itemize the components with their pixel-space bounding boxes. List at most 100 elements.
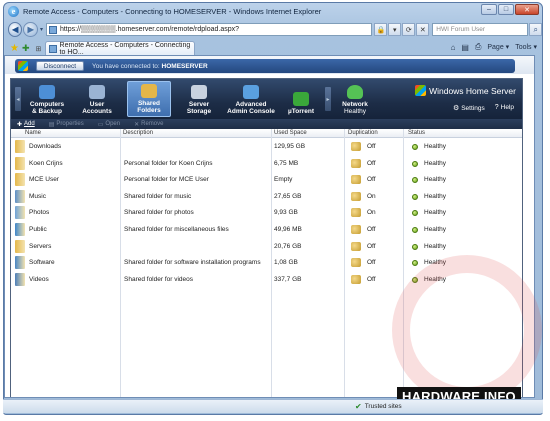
address-icons: 🔒 ▾ ⟳ ✕ bbox=[374, 23, 430, 36]
compatibility-icon[interactable]: ▾ bbox=[388, 23, 402, 36]
folder-name: Software bbox=[29, 259, 55, 267]
page-icon bbox=[48, 25, 57, 34]
folder-name: Music bbox=[29, 192, 46, 200]
duplication-icon bbox=[351, 258, 361, 268]
tab-utorrent[interactable]: µTorrent bbox=[281, 81, 321, 117]
favorites-star-icon[interactable]: ★ bbox=[10, 43, 19, 54]
nav-label: Folders bbox=[137, 107, 161, 114]
add-icon: ✚ bbox=[17, 121, 23, 128]
tab-network-status[interactable]: Network Healthy bbox=[335, 81, 375, 117]
help-icon: ? bbox=[494, 104, 499, 111]
table-row[interactable]: Public Shared folder for miscellaneous fi… bbox=[11, 222, 522, 238]
folder-description: Shared folder for music bbox=[124, 192, 192, 200]
col-name[interactable]: Name bbox=[25, 130, 41, 136]
ie-logo-icon: e bbox=[8, 5, 19, 17]
home-icon[interactable]: ⌂ bbox=[451, 43, 456, 52]
folder-description: Shared folder for videos bbox=[124, 275, 194, 283]
add-label: Add bbox=[24, 121, 35, 127]
tools-menu[interactable]: Tools ▾ bbox=[515, 43, 537, 51]
close-button[interactable]: ✕ bbox=[515, 4, 539, 15]
col-used-space[interactable]: Used Space bbox=[274, 130, 307, 136]
tab-user-accounts[interactable]: User Accounts bbox=[77, 81, 117, 117]
stop-icon[interactable]: ✕ bbox=[416, 23, 430, 36]
refresh-icon[interactable]: ⟳ bbox=[402, 23, 416, 36]
duplication-value: Off bbox=[367, 159, 376, 167]
status-value: Healthy bbox=[424, 275, 447, 283]
col-status[interactable]: Status bbox=[408, 130, 425, 136]
table-row[interactable]: Downloads 129,95 GB Off Healthy bbox=[11, 139, 522, 155]
page-menu[interactable]: Page ▾ bbox=[487, 43, 509, 51]
minimize-button[interactable]: – bbox=[481, 4, 497, 15]
address-bar[interactable]: https://▒▒▒▒▒▒▒.homeserver.com/remote/rd… bbox=[45, 23, 373, 36]
quick-tabs-icon[interactable]: ⊞ bbox=[36, 45, 42, 53]
nav-label: Healthy bbox=[343, 108, 367, 115]
open-icon: ▭ bbox=[97, 121, 104, 128]
folder-description: Shared folder for software installation … bbox=[124, 259, 261, 267]
col-description[interactable]: Description bbox=[123, 130, 153, 136]
table-row[interactable]: Music Shared folder for music 27,65 GB On He… bbox=[11, 189, 522, 205]
search-input[interactable]: HWI Forum User bbox=[432, 23, 529, 36]
command-bar: ⌂ ▤ ⎙ Page ▾ Tools ▾ bbox=[451, 42, 537, 52]
nav-scroll-left-icon[interactable]: ◂ bbox=[15, 87, 21, 111]
table-row[interactable]: Servers 20,76 GB Off Healthy bbox=[11, 239, 522, 255]
url-text[interactable]: https://▒▒▒▒▒▒▒.homeserver.com/remote/rd… bbox=[60, 26, 239, 33]
col-duplication[interactable]: Duplication bbox=[348, 130, 378, 136]
shared-folders-icon bbox=[141, 84, 157, 98]
properties-button[interactable]: ▤ Properties bbox=[49, 121, 84, 128]
healthy-status-icon bbox=[412, 144, 418, 150]
table-row[interactable]: Videos Shared folder for videos 337,7 GB Of… bbox=[11, 272, 522, 288]
folder-name: Servers bbox=[29, 242, 52, 250]
history-dropdown-icon[interactable]: ▾ bbox=[40, 26, 43, 33]
tab-shared-folders[interactable]: Shared Folders bbox=[127, 81, 171, 117]
maximize-button[interactable]: □ bbox=[498, 4, 514, 15]
table-row[interactable]: Photos Shared folder for photos 9,93 GB On H… bbox=[11, 205, 522, 221]
healthy-status-icon bbox=[412, 260, 418, 267]
healthy-status-icon bbox=[412, 243, 418, 250]
rdp-connection-bar: Disconnect You have connected to: HOMESE… bbox=[15, 59, 515, 73]
forward-button[interactable]: ▶ bbox=[23, 22, 38, 37]
folder-used-space: 49,96 MB bbox=[274, 226, 302, 233]
nav-scroll-right-icon[interactable]: ▸ bbox=[325, 87, 331, 111]
add-button[interactable]: ✚ Add bbox=[17, 121, 35, 128]
table-row[interactable]: Koen Crijns Personal folder for Koen Crij… bbox=[11, 156, 522, 172]
computers-icon bbox=[39, 85, 55, 99]
duplication-value: Off bbox=[367, 176, 376, 184]
back-button[interactable]: ◀ bbox=[8, 22, 23, 37]
feeds-icon[interactable]: ▤ bbox=[461, 43, 469, 52]
folder-icon bbox=[15, 272, 25, 286]
nav-label: Shared bbox=[137, 100, 161, 107]
add-favorite-icon[interactable]: ✚ bbox=[22, 43, 30, 54]
search-icon[interactable]: ⌕ bbox=[529, 23, 542, 36]
open-button[interactable]: ▭ Open bbox=[98, 121, 120, 128]
status-value: Healthy bbox=[424, 159, 447, 167]
folder-used-space: 9,93 GB bbox=[274, 209, 298, 217]
remove-button[interactable]: ✕ Remove bbox=[134, 121, 163, 128]
healthy-status-icon bbox=[412, 227, 418, 233]
remove-icon: ✕ bbox=[134, 121, 140, 128]
checkmark-icon: ✔ bbox=[355, 402, 362, 411]
help-link[interactable]: ? Help bbox=[495, 104, 514, 112]
folder-description: Shared folder for photos bbox=[124, 209, 194, 217]
address-row: ◀ ▶ ▾ https://▒▒▒▒▒▒▒.homeserver.com/rem… bbox=[4, 20, 542, 39]
table-row[interactable]: Software Shared folder for software insta… bbox=[11, 255, 522, 271]
table-row[interactable]: MCE User Personal folder for MCE User Empt… bbox=[11, 172, 522, 188]
folder-icon bbox=[15, 223, 25, 236]
users-icon bbox=[89, 85, 105, 99]
security-zone[interactable]: ✔ Trusted sites bbox=[355, 402, 402, 411]
window-title: Remote Access - Computers - Connecting t… bbox=[23, 6, 322, 16]
tab-remote-access[interactable]: Remote Access - Computers - Connecting t… bbox=[45, 41, 196, 56]
print-icon[interactable]: ⎙ bbox=[475, 42, 481, 52]
folder-name: MCE User bbox=[29, 176, 59, 184]
duplication-value: Off bbox=[367, 242, 376, 250]
settings-link[interactable]: ⚙ Settings bbox=[453, 104, 485, 112]
network-icon bbox=[347, 85, 363, 99]
nav-label: Advanced bbox=[235, 101, 267, 108]
lock-icon[interactable]: 🔒 bbox=[374, 23, 388, 36]
tab-computers-backup[interactable]: Computers & Backup bbox=[25, 81, 69, 117]
remove-label: Remove bbox=[141, 121, 164, 127]
tab-server-storage[interactable]: Server Storage bbox=[177, 81, 221, 117]
tab-admin-console[interactable]: Advanced Admin Console bbox=[225, 81, 277, 117]
healthy-status-icon bbox=[412, 193, 418, 200]
folder-icon bbox=[15, 239, 25, 253]
disconnect-button[interactable]: Disconnect bbox=[36, 61, 84, 71]
